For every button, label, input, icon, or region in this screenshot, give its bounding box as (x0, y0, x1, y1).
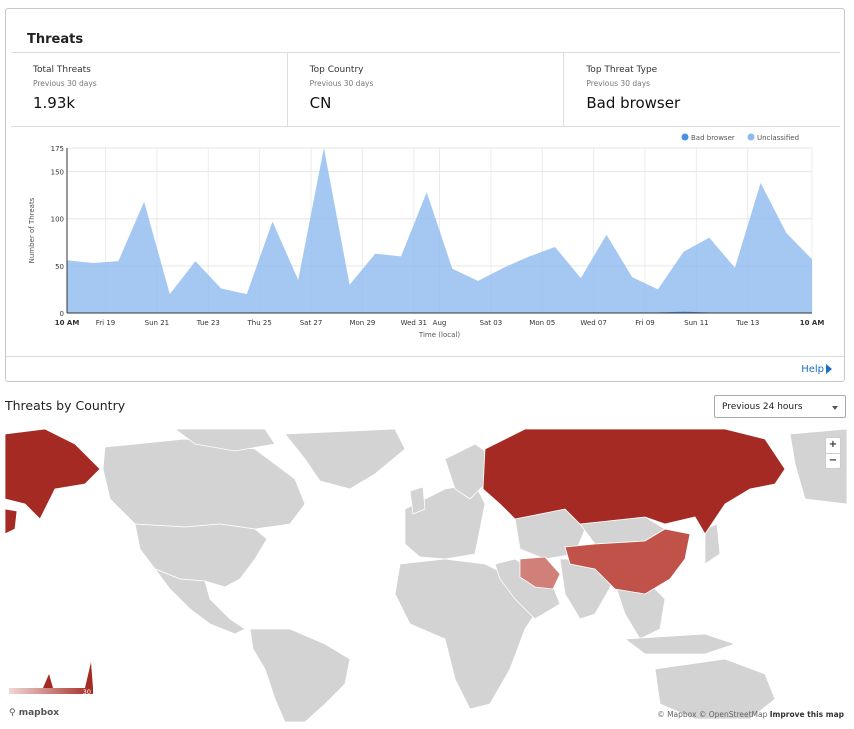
x-tick-label: Mon 29 (349, 319, 375, 327)
x-tick-label: Tue 13 (735, 319, 759, 327)
x-tick-label: Aug (433, 319, 447, 327)
y-axis-title: Number of Threats (28, 197, 36, 263)
map-attribution: © Mapbox © OpenStreetMap Improve this ma… (657, 710, 844, 719)
legend-swatch (681, 133, 689, 141)
x-tick-label: 10 AM (800, 319, 825, 327)
improve-map-link[interactable]: Improve this map (770, 710, 844, 719)
x-tick-label: Mon 05 (529, 319, 555, 327)
time-range-value: Previous 24 hours (722, 402, 803, 412)
country-greenland (284, 429, 406, 490)
x-tick-label: Fri 19 (96, 319, 115, 327)
y-tick-label: 175 (51, 145, 64, 153)
caret-right-icon (826, 364, 832, 374)
attribution-text[interactable]: © Mapbox © OpenStreetMap (657, 710, 767, 719)
x-tick-label: Thu 25 (247, 319, 272, 327)
x-tick-label: Wed 07 (580, 319, 606, 327)
help-link[interactable]: Help (801, 364, 832, 375)
x-tick-label: Sat 27 (300, 319, 323, 327)
mapbox-logo-label: mapbox (18, 708, 60, 718)
x-tick-label: Sun 21 (145, 319, 169, 327)
world-map (5, 429, 847, 722)
x-tick-label: Sat 03 (480, 319, 503, 327)
threats-chart: 0 50 100 150 175 10 AM Fri 19 Sun 21 Tue 23 Thu 2… (28, 133, 825, 339)
threats-panel: Threats Total Threats Previous 30 days 1… (5, 8, 845, 382)
map-legend: 30 (9, 662, 93, 696)
legend-label: Bad browser (691, 134, 735, 142)
country-usa (134, 523, 268, 588)
zoom-control: + − (825, 437, 841, 469)
legend-distribution (43, 662, 93, 688)
zoom-out-button[interactable]: − (826, 453, 840, 469)
x-tick-label: 10 AM (55, 319, 80, 327)
x-axis-title: Time (local) (418, 331, 460, 339)
x-tick-label: Fri 09 (635, 319, 654, 327)
country-canada (102, 438, 306, 530)
country-alaska-islands (5, 508, 18, 535)
country-uk (409, 486, 426, 515)
threat-map[interactable]: + − 30 ⚲ mapbox © Mapbox © OpenStreetMap… (5, 429, 847, 722)
mapbox-logo[interactable]: ⚲ mapbox (9, 708, 59, 718)
x-tick-label: Tue 23 (196, 319, 220, 327)
legend-label: Unclassified (757, 134, 799, 142)
legend-gradient (9, 688, 93, 694)
y-tick-label: 0 (60, 310, 64, 318)
legend-max: 30 (83, 688, 91, 696)
country-section-title: Threats by Country (5, 398, 126, 413)
zoom-in-button[interactable]: + (826, 438, 840, 453)
country-alaska (5, 429, 101, 520)
y-tick-label: 150 (51, 169, 64, 177)
help-label: Help (801, 364, 824, 375)
caret-down-icon (832, 406, 838, 410)
time-range-select[interactable]: Previous 24 hours (714, 395, 846, 418)
y-tick-label: 50 (55, 263, 64, 271)
x-tick-label: Wed 31 (401, 319, 427, 327)
y-tick-label: 100 (51, 216, 64, 224)
divider (6, 356, 844, 357)
legend-swatch (747, 133, 755, 141)
country-south-america (249, 628, 351, 722)
x-tick-label: Sun 11 (684, 319, 708, 327)
